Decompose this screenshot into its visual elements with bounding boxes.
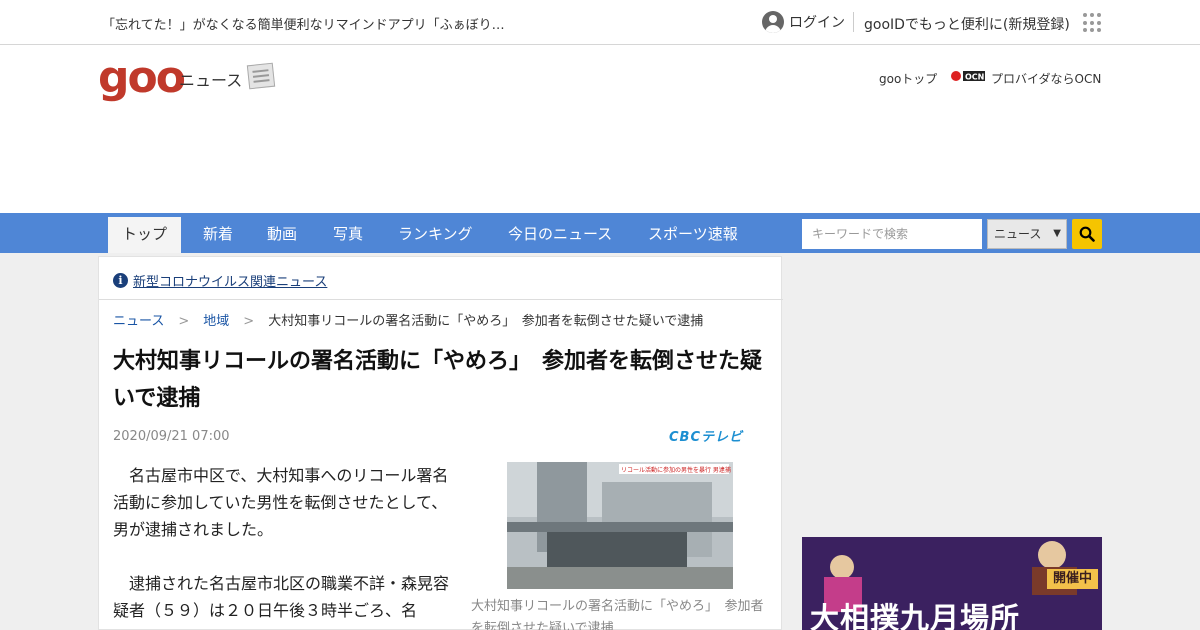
- top-utility-bar: 「忘れてた！」がなくなる簡単便利なリマインドアプリ「ふぁぼり… ログイン goo…: [0, 0, 1200, 45]
- article-photo[interactable]: リコール活動に参加の男性を暴行 男逮捕: [507, 462, 733, 589]
- user-avatar-icon: [762, 11, 784, 33]
- ad-badge: 開催中: [1046, 569, 1098, 589]
- promo-link[interactable]: 「忘れてた！」がなくなる簡単便利なリマインドアプリ「ふぁぼり…: [102, 14, 505, 33]
- sumo-ad-banner[interactable]: 開催中 大相撲九月場所: [802, 537, 1102, 630]
- section-name[interactable]: ニュース: [179, 67, 242, 91]
- info-icon: i: [113, 273, 128, 288]
- nav-tab-top[interactable]: トップ: [108, 217, 182, 253]
- breadcrumb-current: 大村知事リコールの署名活動に「やめろ」 参加者を転倒させた疑いで逮捕: [268, 314, 704, 329]
- register-link[interactable]: gooIDでもっと便利に(新規登録): [864, 14, 1070, 34]
- nav-tab-ranking[interactable]: ランキング: [398, 213, 473, 253]
- breadcrumb-separator: >: [178, 314, 190, 329]
- dropdown-arrow-icon: ▼: [1053, 228, 1061, 239]
- search-input[interactable]: [802, 219, 982, 249]
- search-button[interactable]: [1072, 219, 1102, 249]
- article-paragraph: 逮捕された名古屋市北区の職業不詳・森晃容疑者（５９）は２０日午後３時半ごろ、名: [113, 574, 450, 620]
- search-scope-value: ニュース: [994, 227, 1042, 241]
- login-link[interactable]: ログイン: [762, 11, 845, 33]
- ocn-link[interactable]: プロバイダならOCN: [991, 70, 1101, 87]
- article-paragraph: 名古屋市中区で、大村知事へのリコール署名活動に参加していた男性を転倒させたとして…: [113, 466, 449, 539]
- nav-tab-video[interactable]: 動画: [267, 213, 297, 253]
- breadcrumb: ニュース > 地域 > 大村知事リコールの署名活動に「やめろ」 参加者を転倒させた疑いで…: [113, 310, 703, 329]
- covid-news-link[interactable]: 新型コロナウイルス関連ニュース: [133, 271, 327, 290]
- ocn-logo-icon[interactable]: OCN: [950, 69, 986, 83]
- breadcrumb-news[interactable]: ニュース: [113, 314, 164, 329]
- nav-tab-sports[interactable]: スポーツ速報: [648, 213, 738, 253]
- covid-notice: i 新型コロナウイルス関連ニュース: [99, 257, 783, 300]
- article-date: 2020/09/21 07:00: [113, 429, 230, 444]
- cbc-logo[interactable]: CBCテレビ: [669, 428, 769, 448]
- search-icon: [1079, 226, 1095, 242]
- article-panel: i 新型コロナウイルス関連ニュース ニュース > 地域 > 大村知事リコールの署名活動に…: [98, 256, 783, 630]
- photo-caption: 大村知事リコールの署名活動に「やめろ」 参加者を転倒させた疑いで逮捕: [471, 599, 764, 630]
- svg-text:リコール活動に参加の男性を暴行 男逮捕: リコール活動に参加の男性を暴行 男逮捕: [621, 466, 731, 474]
- svg-text:CBCテレビ: CBCテレビ: [669, 429, 744, 444]
- breadcrumb-region[interactable]: 地域: [203, 314, 229, 329]
- breadcrumb-separator: >: [243, 314, 255, 329]
- divider: [853, 12, 854, 32]
- nav-tab-today[interactable]: 今日のニュース: [508, 213, 612, 253]
- nav-tab-photo[interactable]: 写真: [333, 213, 363, 253]
- article-title: 大村知事リコールの署名活動に「やめろ」 参加者を転倒させた疑いで逮捕: [113, 349, 763, 411]
- article-body: 名古屋市中区で、大村知事へのリコール署名活動に参加していた男性を転倒させたとして…: [113, 462, 457, 630]
- svg-text:OCN: OCN: [965, 73, 984, 82]
- login-label: ログイン: [789, 15, 845, 31]
- building-photo: リコール活動に参加の男性を暴行 男逮捕: [507, 462, 733, 589]
- ad-title: 大相撲九月場所: [810, 601, 1021, 630]
- newspaper-icon: [246, 62, 276, 90]
- nav-tab-latest[interactable]: 新着: [203, 213, 233, 253]
- apps-grid-icon[interactable]: [1083, 13, 1103, 33]
- goo-logo[interactable]: goo: [98, 56, 186, 100]
- goo-top-link[interactable]: gooトップ: [879, 70, 937, 87]
- search-scope-select[interactable]: ニュース ▼: [987, 219, 1067, 249]
